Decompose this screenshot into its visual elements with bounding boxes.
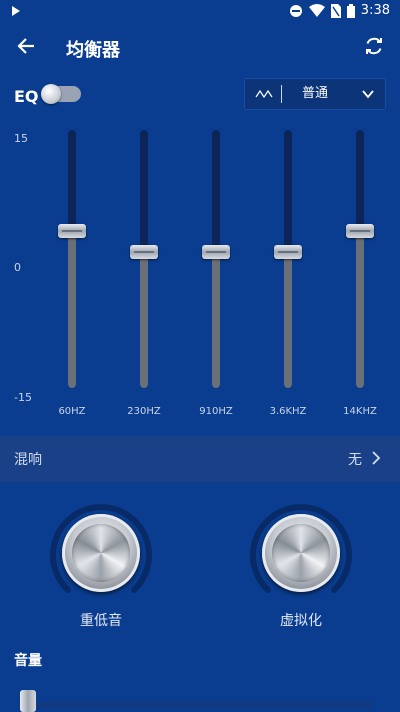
eq-band-track-upper bbox=[68, 130, 76, 231]
eq-band-thumb[interactable] bbox=[202, 245, 230, 259]
eq-band-slider[interactable] bbox=[202, 130, 230, 388]
scale-mid-label: 0 bbox=[14, 261, 21, 274]
reset-icon[interactable] bbox=[362, 34, 386, 58]
status-bar: 3:38 bbox=[0, 0, 400, 24]
eq-toggle[interactable] bbox=[41, 84, 81, 104]
eq-band-thumb[interactable] bbox=[274, 245, 302, 259]
eq-band-track-upper bbox=[212, 130, 220, 252]
eq-toggle-knob bbox=[41, 84, 61, 104]
eq-band-track-lower bbox=[212, 252, 220, 388]
reverb-row[interactable]: 混响 无 bbox=[0, 436, 400, 482]
eq-row: EQ 普通 bbox=[0, 78, 400, 112]
virtualizer-dial bbox=[262, 514, 340, 592]
eq-band-track-upper bbox=[284, 130, 292, 252]
eq-label: EQ bbox=[14, 87, 39, 106]
eq-band-slider[interactable] bbox=[346, 130, 374, 388]
eq-band-track-lower bbox=[356, 231, 364, 388]
app-bar: 均衡器 bbox=[0, 24, 400, 72]
virtualizer-knob[interactable] bbox=[246, 498, 356, 608]
eq-band-track-lower bbox=[68, 231, 76, 388]
play-notification-icon bbox=[12, 6, 20, 16]
eq-band-track-upper bbox=[140, 130, 148, 252]
clock: 3:38 bbox=[360, 3, 390, 18]
eq-band-track-lower bbox=[284, 252, 292, 388]
battery-icon bbox=[346, 3, 355, 18]
eq-band-slider[interactable] bbox=[274, 130, 302, 388]
wifi-icon bbox=[308, 3, 325, 17]
reverb-label: 混响 bbox=[14, 452, 42, 468]
volume-label: 音量 bbox=[14, 653, 42, 669]
bass-boost-dial bbox=[62, 514, 140, 592]
virtualizer-label: 虚拟化 bbox=[280, 613, 322, 629]
equalizer-panel: 15 0 -15 60HZ 230HZ 910HZ 3.6KHZ 14KHZ bbox=[0, 128, 400, 428]
scale-min-label: -15 bbox=[14, 391, 32, 404]
volume-track[interactable] bbox=[24, 702, 372, 708]
eq-band-thumb[interactable] bbox=[58, 224, 86, 238]
back-arrow-icon[interactable] bbox=[14, 34, 38, 58]
page-title: 均衡器 bbox=[66, 40, 120, 61]
eq-band-label: 60HZ bbox=[58, 406, 86, 417]
eq-band-slider[interactable] bbox=[58, 130, 86, 388]
bass-boost-knob[interactable] bbox=[46, 498, 156, 608]
eq-band-thumb[interactable] bbox=[130, 245, 158, 259]
eq-band-track-lower bbox=[140, 252, 148, 388]
eq-band-thumb[interactable] bbox=[346, 224, 374, 238]
eq-band-track-upper bbox=[356, 130, 364, 231]
bass-boost-label: 重低音 bbox=[80, 613, 122, 629]
chevron-down-icon bbox=[362, 90, 374, 99]
volume-thumb[interactable] bbox=[20, 690, 36, 712]
eq-band-label: 230HZ bbox=[127, 406, 161, 417]
status-icons: 3:38 bbox=[289, 3, 390, 18]
do-not-disturb-icon bbox=[289, 4, 302, 17]
eq-band-label: 910HZ bbox=[199, 406, 233, 417]
reverb-value: 无 bbox=[348, 452, 362, 468]
preset-dropdown[interactable]: 普通 bbox=[244, 78, 386, 110]
eq-band-slider[interactable] bbox=[130, 130, 158, 388]
eq-band-label: 14KHZ bbox=[343, 406, 377, 417]
scale-max-label: 15 bbox=[14, 132, 28, 145]
eq-band-label: 3.6KHZ bbox=[269, 406, 307, 417]
no-sim-icon bbox=[330, 3, 341, 18]
chevron-right-icon bbox=[372, 451, 381, 465]
